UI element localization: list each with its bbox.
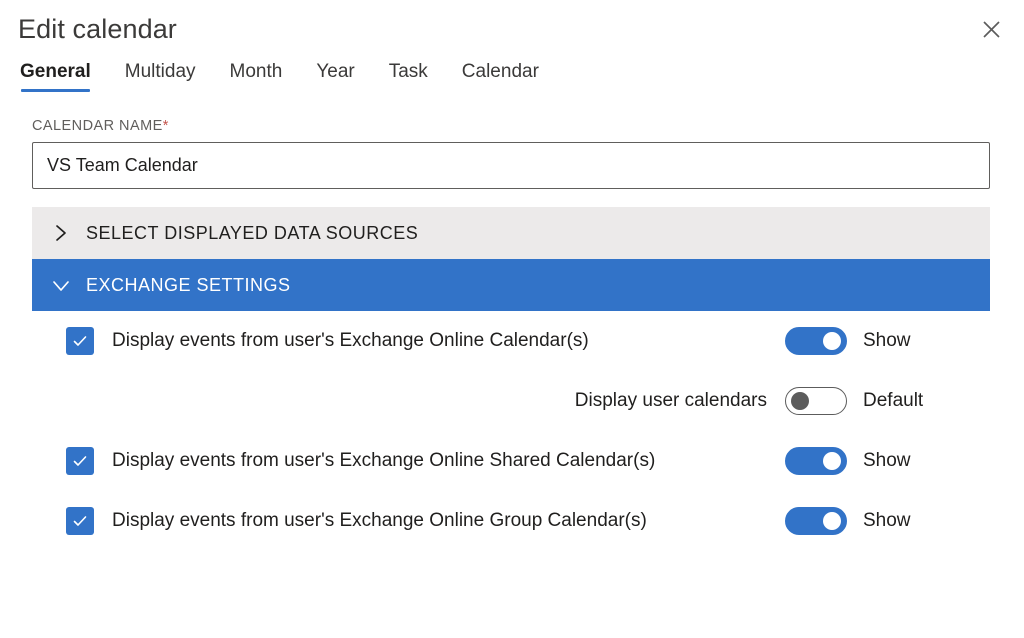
toggle-display-exchange-online-calendars[interactable] bbox=[785, 327, 847, 355]
close-button[interactable] bbox=[974, 12, 1008, 46]
tab-label: Multiday bbox=[124, 61, 196, 82]
toggle-display-user-calendars[interactable] bbox=[785, 387, 847, 415]
tab-label: Task bbox=[388, 61, 428, 82]
option-row: Display user calendars Default bbox=[32, 371, 992, 431]
tab-year[interactable]: Year bbox=[316, 60, 354, 94]
checkbox-display-exchange-online-shared-calendars[interactable] bbox=[66, 447, 94, 475]
toggle-state-label: Show bbox=[863, 450, 911, 471]
tab-label: Calendar bbox=[461, 61, 539, 82]
chevron-right-icon bbox=[50, 222, 72, 244]
calendar-name-label-text: CALENDAR NAME bbox=[32, 118, 163, 134]
toggle-state-label: Show bbox=[863, 510, 911, 531]
required-marker: * bbox=[162, 118, 169, 134]
checkbox-display-exchange-online-group-calendars[interactable] bbox=[66, 507, 94, 535]
chevron-down-icon bbox=[50, 274, 72, 296]
tab-calendar[interactable]: Calendar bbox=[462, 60, 539, 94]
page-title: Edit calendar bbox=[18, 14, 177, 44]
close-icon bbox=[982, 20, 1001, 39]
toggle-knob bbox=[791, 392, 809, 410]
tab-label: Month bbox=[229, 61, 283, 82]
display-user-calendars-label: Display user calendars bbox=[574, 390, 767, 411]
toggle-state-label: Show bbox=[863, 330, 911, 351]
section-exchange-settings[interactable]: EXCHANGE SETTINGS bbox=[32, 259, 990, 311]
toggle-knob bbox=[823, 332, 841, 350]
toggle-display-exchange-online-group-calendars[interactable] bbox=[785, 507, 847, 535]
tab-multiday[interactable]: Multiday bbox=[125, 60, 196, 94]
tab-task[interactable]: Task bbox=[389, 60, 428, 94]
section-select-displayed-data-sources[interactable]: SELECT DISPLAYED DATA SOURCES bbox=[32, 207, 990, 259]
calendar-name-label: CALENDAR NAME* bbox=[32, 118, 992, 134]
checkbox-display-exchange-online-calendars[interactable] bbox=[66, 327, 94, 355]
option-label: Display events from user's Exchange Onli… bbox=[112, 330, 589, 351]
tab-general[interactable]: General bbox=[20, 60, 91, 94]
tab-month[interactable]: Month bbox=[230, 60, 283, 94]
section-title: SELECT DISPLAYED DATA SOURCES bbox=[86, 222, 419, 243]
option-row: Display events from user's Exchange Onli… bbox=[32, 311, 992, 371]
toggle-group: Show bbox=[785, 507, 992, 535]
option-label: Display events from user's Exchange Onli… bbox=[112, 450, 656, 471]
tab-label: Year bbox=[316, 61, 355, 82]
toggle-knob bbox=[823, 512, 841, 530]
toggle-knob bbox=[823, 452, 841, 470]
tab-bar: General Multiday Month Year Task Calenda… bbox=[0, 60, 1024, 102]
toggle-state-label: Default bbox=[863, 390, 924, 411]
toggle-display-exchange-online-shared-calendars[interactable] bbox=[785, 447, 847, 475]
calendar-name-input[interactable] bbox=[32, 142, 990, 189]
option-row: Display events from user's Exchange Onli… bbox=[32, 431, 992, 491]
toggle-group: Show bbox=[785, 327, 992, 355]
toggle-group: Default bbox=[785, 387, 992, 415]
dialog-header: Edit calendar bbox=[0, 0, 1024, 46]
tab-label: General bbox=[20, 61, 91, 82]
section-title: EXCHANGE SETTINGS bbox=[86, 274, 291, 295]
accordion-sections: SELECT DISPLAYED DATA SOURCES EXCHANGE S… bbox=[0, 189, 1024, 311]
option-row: Display events from user's Exchange Onli… bbox=[32, 491, 992, 551]
toggle-group: Show bbox=[785, 447, 992, 475]
calendar-name-field-block: CALENDAR NAME* bbox=[0, 102, 1024, 189]
exchange-options-list: Display events from user's Exchange Onli… bbox=[0, 311, 1024, 551]
option-label: Display events from user's Exchange Onli… bbox=[112, 510, 647, 531]
